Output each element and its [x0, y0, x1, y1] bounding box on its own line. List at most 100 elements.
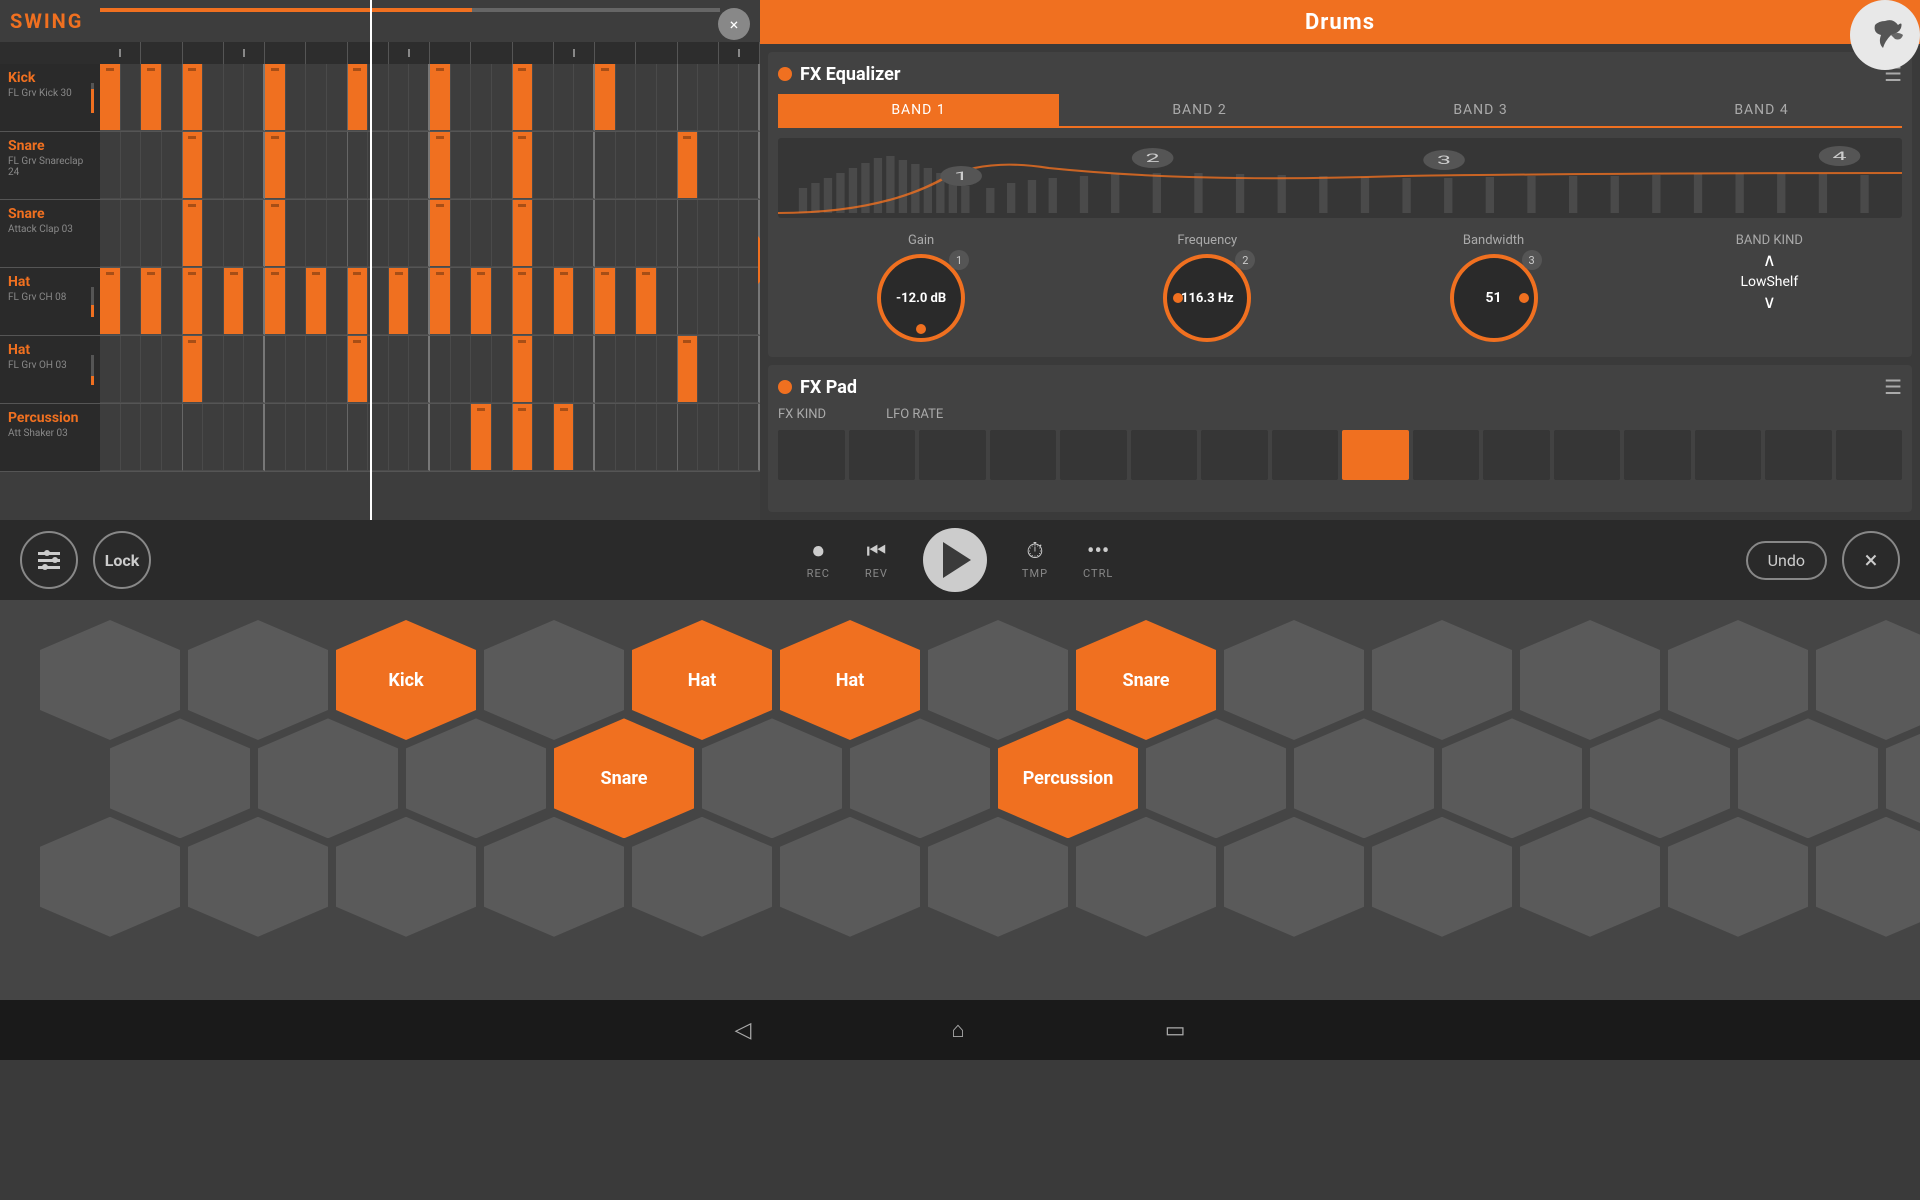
band-tab-4[interactable]: BAND 4: [1621, 94, 1902, 126]
fx-pad-cell-active[interactable]: [1342, 430, 1409, 480]
grid-cell[interactable]: [554, 268, 575, 335]
grid-cell[interactable]: [451, 132, 472, 199]
grid-cell[interactable]: [306, 404, 327, 471]
band-kind-down-arrow[interactable]: ∨: [1763, 294, 1776, 312]
grid-cell[interactable]: [348, 268, 369, 335]
undo-button[interactable]: Undo: [1746, 541, 1827, 580]
grid-cell[interactable]: [141, 336, 162, 403]
grid-cell[interactable]: [265, 404, 286, 471]
hex-pad[interactable]: [336, 817, 476, 937]
grid-cell[interactable]: [348, 64, 369, 131]
grid-cell[interactable]: [306, 268, 327, 335]
grid-cell[interactable]: [574, 132, 595, 199]
grid-cell[interactable]: [451, 268, 472, 335]
grid-cell[interactable]: [719, 268, 740, 335]
grid-cell[interactable]: [306, 336, 327, 403]
grid-cell[interactable]: [409, 64, 430, 131]
hex-pad[interactable]: [1076, 817, 1216, 937]
grid-cell[interactable]: [451, 404, 472, 471]
fx-pad-cell[interactable]: [919, 430, 986, 480]
grid-cell[interactable]: [616, 336, 637, 403]
grid-cell[interactable]: [203, 64, 224, 131]
grid-cell[interactable]: [327, 404, 348, 471]
grid-cell[interactable]: [678, 132, 699, 199]
grid-cell[interactable]: [471, 404, 492, 471]
grid-cell[interactable]: [595, 336, 616, 403]
grid-cell[interactable]: [492, 200, 513, 267]
grid-cell[interactable]: [739, 404, 760, 471]
grid-cell[interactable]: [348, 200, 369, 267]
grid-cell[interactable]: [533, 132, 554, 199]
grid-cell[interactable]: [451, 200, 472, 267]
grid-cell[interactable]: [183, 200, 204, 267]
band-tab-2[interactable]: BAND 2: [1059, 94, 1340, 126]
grid-cell[interactable]: [121, 268, 142, 335]
grid-cell[interactable]: [492, 64, 513, 131]
grid-cell[interactable]: [471, 336, 492, 403]
grid-cell[interactable]: [471, 200, 492, 267]
grid-cell[interactable]: [327, 132, 348, 199]
hex-pad[interactable]: [188, 817, 328, 937]
grid-cell[interactable]: [224, 132, 245, 199]
grid-cell[interactable]: [224, 200, 245, 267]
grid-cell[interactable]: [348, 336, 369, 403]
grid-cell[interactable]: [409, 404, 430, 471]
grid-cell[interactable]: [224, 336, 245, 403]
fx-pad-cell[interactable]: [778, 430, 845, 480]
grid-cell[interactable]: [513, 404, 534, 471]
grid-cell[interactable]: [657, 132, 678, 199]
grid-cell[interactable]: [554, 132, 575, 199]
grid-cell[interactable]: [698, 132, 719, 199]
grid-cell[interactable]: [183, 268, 204, 335]
grid-cell[interactable]: [121, 404, 142, 471]
grid-cell[interactable]: [244, 64, 265, 131]
grid-cell[interactable]: [121, 336, 142, 403]
grid-cell[interactable]: [719, 336, 740, 403]
hex-pad[interactable]: [1668, 817, 1808, 937]
grid-cell[interactable]: [657, 268, 678, 335]
grid-cell[interactable]: [698, 64, 719, 131]
grid-cell[interactable]: [657, 200, 678, 267]
hex-pad[interactable]: [1520, 817, 1660, 937]
grid-cell[interactable]: [698, 200, 719, 267]
grid-cell[interactable]: [616, 132, 637, 199]
grid-cell[interactable]: [719, 404, 740, 471]
fx-pad-cell[interactable]: [1131, 430, 1198, 480]
grid-cell[interactable]: [698, 336, 719, 403]
grid-cell[interactable]: [265, 200, 286, 267]
grid-cell[interactable]: [719, 200, 740, 267]
grid-cell[interactable]: [430, 268, 451, 335]
grid-cell[interactable]: [389, 200, 410, 267]
grid-cell[interactable]: [595, 200, 616, 267]
grid-cell[interactable]: [698, 268, 719, 335]
band-tab-3[interactable]: BAND 3: [1340, 94, 1621, 126]
grid-cell[interactable]: [430, 132, 451, 199]
grid-cell[interactable]: [492, 268, 513, 335]
grid-cell[interactable]: [533, 404, 554, 471]
grid-cell[interactable]: [430, 404, 451, 471]
grid-cell[interactable]: [739, 132, 760, 199]
grid-cell[interactable]: [739, 336, 760, 403]
grid-cell[interactable]: [286, 404, 307, 471]
grid-cell[interactable]: [162, 268, 183, 335]
grid-cell[interactable]: [430, 200, 451, 267]
fx-pad-cell[interactable]: [1483, 430, 1550, 480]
gain-knob[interactable]: 1 -12.0 dB: [877, 254, 965, 342]
grid-cell[interactable]: [636, 268, 657, 335]
grid-cell[interactable]: [739, 64, 760, 131]
fx-pad-cell[interactable]: [1765, 430, 1832, 480]
grid-cell[interactable]: [306, 132, 327, 199]
grid-cell[interactable]: [100, 336, 121, 403]
grid-cell[interactable]: [678, 336, 699, 403]
grid-cell[interactable]: [327, 268, 348, 335]
fx-pad-cell[interactable]: [1413, 430, 1480, 480]
grid-cell[interactable]: [574, 336, 595, 403]
grid-cell[interactable]: [183, 132, 204, 199]
hex-pad[interactable]: [1372, 817, 1512, 937]
tmp-button[interactable]: ⏱ TMP: [1022, 541, 1048, 580]
grid-cell[interactable]: [698, 404, 719, 471]
fx-pad-cell[interactable]: [1272, 430, 1339, 480]
grid-cell[interactable]: [183, 64, 204, 131]
fx-pad-cell[interactable]: [1624, 430, 1691, 480]
grid-cell[interactable]: [203, 268, 224, 335]
